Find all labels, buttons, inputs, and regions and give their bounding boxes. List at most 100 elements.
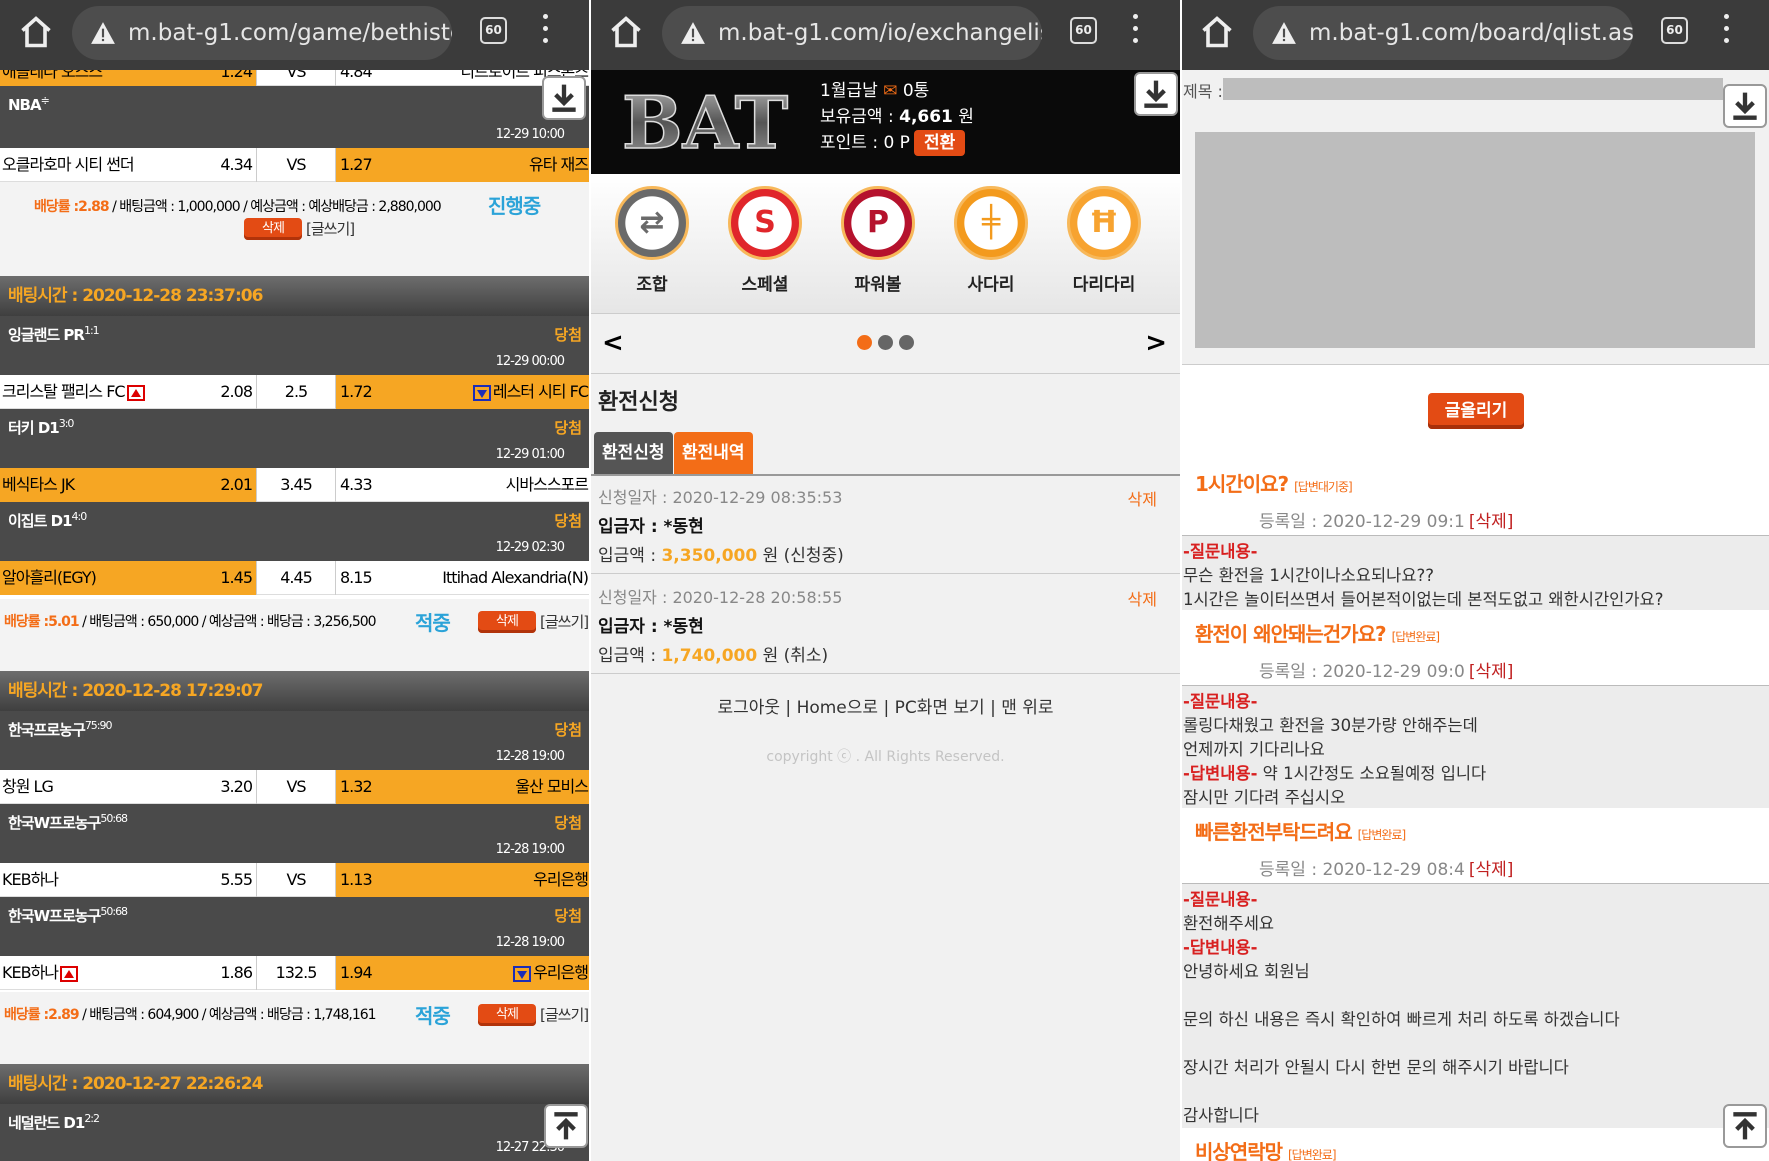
exchange-panel: m.bat-g1.com/io/exchangelist 60 BAT 1월급날… xyxy=(590,0,1181,1161)
site-logo[interactable]: BAT xyxy=(610,88,800,158)
deposit-amount: 입금액 : 3,350,000 원 (신청중) xyxy=(598,541,1173,566)
post-item[interactable]: 1시간이요? [답변대기중] 등록일 : 2020-12-29 09:1 [삭제] xyxy=(1181,460,1769,536)
more-menu-icon[interactable] xyxy=(1721,14,1731,48)
delete-link[interactable]: 삭제 xyxy=(1128,486,1157,510)
convert-button[interactable]: 전환 xyxy=(913,130,966,156)
bet-summary: 배당률 :2.89 / 배팅금액 : 604,900 / 예상금액 : 배당금 … xyxy=(0,992,590,1064)
download-icon xyxy=(1144,80,1168,108)
logo-text: BAT xyxy=(622,88,788,158)
post-title[interactable]: 환전이 왜안돼는건가요? xyxy=(1195,622,1387,646)
delete-link[interactable]: [삭제] xyxy=(1469,662,1514,682)
league-row: 한국W프로농구50:68 당첨 12-28 19:00 xyxy=(0,897,590,956)
url-text: m.bat-g1.com/board/qlist.asp xyxy=(1309,20,1633,46)
home-icon[interactable] xyxy=(608,14,644,50)
game-menu: ⇄ 조합 S 스페셜 P 파워볼 ╪ 사다리 Ħ 다리다리 xyxy=(590,174,1181,314)
amount-status: 원 (취소) xyxy=(757,646,829,666)
delete-button[interactable]: 삭제 xyxy=(244,218,302,240)
question-line: 환전해주세요 xyxy=(1183,914,1275,933)
bet-time-header: 배팅시간 : 2020-12-27 22:26:24 xyxy=(0,1064,590,1104)
question-label: -질문내용- xyxy=(1183,692,1258,711)
tab-switcher-button[interactable]: 60 xyxy=(1661,17,1688,44)
post-item[interactable]: 환전이 왜안돼는건가요? [답변완료] 등록일 : 2020-12-29 09:0[… xyxy=(1181,610,1769,686)
address-bar[interactable]: m.bat-g1.com/io/exchangelist xyxy=(662,6,1042,60)
next-arrow-icon[interactable]: > xyxy=(1145,328,1167,358)
more-menu-icon[interactable] xyxy=(1130,14,1140,48)
answer-line: 문의 하신 내용은 즉시 확인하여 빠르게 처리 하도록 하겠습니다 xyxy=(1183,1010,1620,1029)
league-score: 50:68 xyxy=(100,812,128,825)
bet-status: 적중 xyxy=(415,1004,451,1028)
answer-line: 장시간 처리가 안될시 다시 한번 문의 해주시기 바랍니다 xyxy=(1183,1058,1569,1077)
tab-switcher-button[interactable]: 60 xyxy=(480,17,507,44)
tab-exchange-request[interactable]: 환전신청 xyxy=(594,432,673,474)
download-button[interactable] xyxy=(542,76,586,120)
post-item[interactable]: 빠른환전부탁드려요 [답변완료] 등록일 : 2020-12-29 08:4 [삭제] xyxy=(1181,808,1769,884)
game-glyph: ⇄ xyxy=(639,205,665,240)
game-icon: ╪ xyxy=(954,186,1028,260)
league-score: 1:1 xyxy=(83,324,100,337)
slider-dot[interactable] xyxy=(899,335,914,350)
submit-post-button[interactable]: 글올리기 xyxy=(1428,393,1524,429)
match-time: 12-29 10:00 xyxy=(495,127,565,142)
delete-link[interactable]: 삭제 xyxy=(1128,586,1157,610)
question-line: 롤링다채웠고 환전을 30분가량 안해주는데 xyxy=(1183,716,1478,735)
game-2[interactable]: P 파워볼 xyxy=(828,186,928,295)
post-body: -질문내용- 무슨 환전을 1시간이나소요되나요?? 1시간은 놀이터쓰면서 들어본… xyxy=(1181,536,1769,610)
points-label: 포인트 : 0 P xyxy=(820,133,910,153)
answer-status-badge: [답변완료] xyxy=(1391,630,1441,644)
answer-line: 안녕하세요 회원님 xyxy=(1183,962,1310,981)
game-icon: Ħ xyxy=(1067,186,1141,260)
result-badge: 당첨 xyxy=(554,907,582,925)
away-team-name: 시바스스포르 xyxy=(505,475,589,494)
bet-amounts: / 배팅금액 : 650,000 / 예상금액 : 배당금 : 3,256,50… xyxy=(78,614,376,630)
league-row: 이집트 D14:0 당첨 12-29 02:30 xyxy=(0,502,590,561)
write-link[interactable]: [글쓰기] xyxy=(306,218,355,239)
home-team-name: 크리스탈 팰리스 FC xyxy=(2,382,126,401)
username: 1월급날 xyxy=(820,81,878,101)
content-textarea[interactable] xyxy=(1195,132,1755,348)
game-1[interactable]: S 스페셜 xyxy=(715,186,815,295)
match-time: 12-29 01:00 xyxy=(495,447,565,462)
subject-input[interactable] xyxy=(1223,78,1723,100)
answer-status-badge: [답변대기중] xyxy=(1294,480,1353,494)
footer-links[interactable]: 로그아웃 | Home으로 | PC화면 보기 | 맨 위로 xyxy=(590,693,1181,718)
home-icon[interactable] xyxy=(18,14,54,50)
game-slider-nav: < > xyxy=(590,314,1181,374)
result-badge: 당첨 xyxy=(554,512,582,530)
post-title[interactable]: 1시간이요? xyxy=(1195,472,1289,496)
tab-exchange-history[interactable]: 환전내역 xyxy=(674,432,753,474)
address-bar[interactable]: m.bat-g1.com/board/qlist.asp xyxy=(1253,6,1633,60)
prev-arrow-icon[interactable]: < xyxy=(602,328,624,358)
post-title[interactable]: 빠른환전부탁드려요 xyxy=(1195,820,1353,844)
home-icon[interactable] xyxy=(1199,14,1235,50)
write-link[interactable]: [글쓰기] xyxy=(540,611,589,632)
delete-button[interactable]: 삭제 xyxy=(478,611,536,633)
post-title[interactable]: 비상연락망 xyxy=(1195,1140,1283,1161)
slider-dot[interactable] xyxy=(878,335,893,350)
write-link[interactable]: [글쓰기] xyxy=(540,1004,589,1025)
envelope-icon[interactable]: ✉ xyxy=(883,81,897,101)
address-bar[interactable]: m.bat-g1.com/game/bethistor xyxy=(72,6,452,60)
download-button[interactable] xyxy=(1723,84,1767,128)
more-menu-icon[interactable] xyxy=(540,14,550,48)
match-row: KEB하나 1.86 132.5 1.94 우리은행 xyxy=(0,956,590,990)
home-odds: 5.55 xyxy=(220,870,253,889)
answer-status-badge: [답변완료] xyxy=(1288,1148,1337,1161)
scroll-top-button[interactable] xyxy=(544,1104,588,1148)
delete-button[interactable]: 삭제 xyxy=(478,1004,536,1026)
game-3[interactable]: ╪ 사다리 xyxy=(941,186,1041,295)
tab-switcher-button[interactable]: 60 xyxy=(1070,17,1097,44)
game-4[interactable]: Ħ 다리다리 xyxy=(1054,186,1154,295)
home-team-name: KEB하나 xyxy=(2,963,59,982)
amount-status: 원 (신청중) xyxy=(757,546,844,566)
post-item[interactable]: 비상연락망 [답변완료] xyxy=(1181,1128,1769,1161)
scroll-top-button[interactable] xyxy=(1723,1104,1767,1148)
download-button[interactable] xyxy=(1134,72,1178,116)
download-icon xyxy=(552,84,576,112)
slider-dot-active[interactable] xyxy=(857,335,872,350)
delete-link[interactable]: [삭제] xyxy=(1469,512,1514,532)
request-date: 신청일자 : 2020-12-28 20:58:55 xyxy=(598,588,843,607)
delete-link[interactable]: [삭제] xyxy=(1469,860,1514,880)
exchange-entry: 신청일자 : 2020-12-28 20:58:55 입금자 : *동현 입금액 :… xyxy=(590,576,1181,674)
answer-status-badge: [답변완료] xyxy=(1357,828,1407,842)
game-0[interactable]: ⇄ 조합 xyxy=(602,186,702,295)
